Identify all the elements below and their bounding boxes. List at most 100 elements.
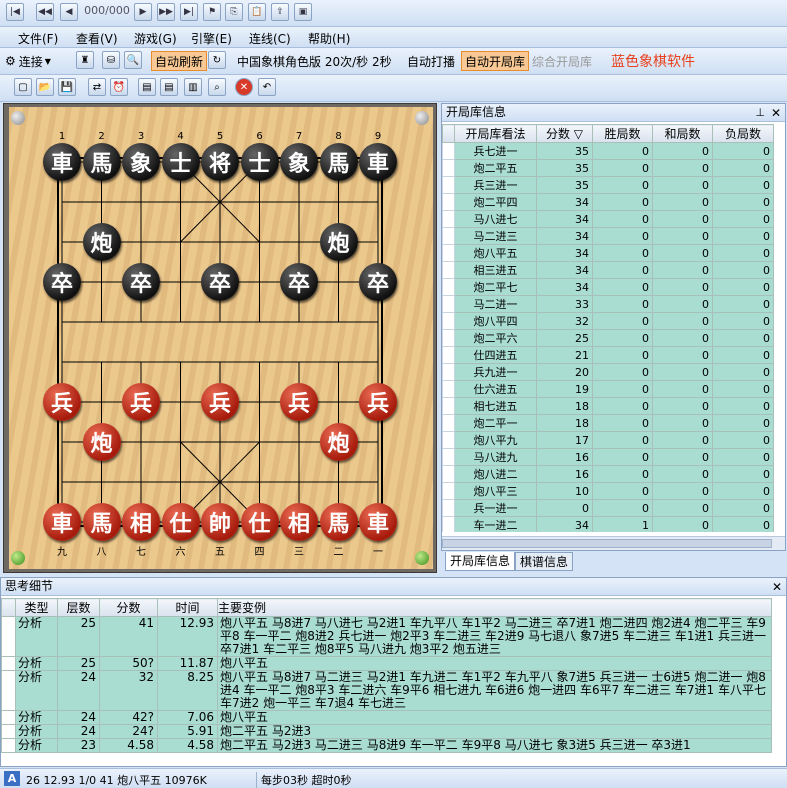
book-row[interactable]: 炮二平一 18 0 0 0	[442, 414, 774, 432]
next-move-icon[interactable]: ▶	[134, 3, 152, 21]
auto-book-button[interactable]: 自动开局库	[461, 51, 530, 71]
book-row[interactable]: 炮八平四 32 0 0 0	[442, 312, 774, 330]
black-piece[interactable]: 卒	[43, 263, 81, 301]
row-selector[interactable]	[442, 346, 455, 364]
book-row[interactable]: 仕六进五 19 0 0 0	[442, 380, 774, 398]
think-row[interactable]: 分析 25 50? 11.87 炮八平五	[1, 656, 772, 671]
menu-file[interactable]: 文件(F)	[18, 30, 58, 47]
black-piece[interactable]: 炮	[82, 223, 121, 261]
connect-button[interactable]: ⚙ 连接 ▼	[2, 51, 54, 71]
red-piece[interactable]: 炮	[319, 423, 358, 461]
last-move-icon[interactable]: ▶|	[180, 3, 198, 21]
row-selector[interactable]	[1, 616, 16, 657]
think-col-header[interactable]: 类型	[15, 598, 58, 617]
row-selector[interactable]	[442, 142, 455, 160]
save-file-icon[interactable]: 💾	[58, 78, 76, 96]
stop-icon[interactable]: ✕	[235, 78, 253, 96]
row-selector[interactable]	[1, 670, 16, 711]
row-selector[interactable]	[442, 431, 455, 449]
red-piece[interactable]: 車	[43, 503, 81, 541]
red-piece[interactable]: 仕	[240, 503, 279, 541]
think-row[interactable]: 分析 23 4.58 4.58 炮二平五 马2进3 马二进三 马8进9 车一平二 车9平…	[1, 738, 772, 753]
row-selector[interactable]	[442, 363, 455, 381]
book-row[interactable]: 炮八平五 34 0 0 0	[442, 244, 774, 262]
book-row[interactable]: 兵一进一 0 0 0 0	[442, 499, 774, 517]
black-piece[interactable]: 象	[280, 143, 318, 181]
book-row[interactable]: 马八进七 34 0 0 0	[442, 210, 774, 228]
row-selector[interactable]	[1, 710, 16, 725]
row-selector[interactable]	[442, 482, 455, 500]
book-row[interactable]: 马二进一 33 0 0 0	[442, 295, 774, 313]
black-piece[interactable]: 卒	[201, 263, 239, 301]
red-piece[interactable]: 兵	[359, 383, 397, 421]
flag-icon[interactable]: ⚑	[203, 3, 221, 21]
book-row[interactable]: 炮二平五 35 0 0 0	[442, 159, 774, 177]
magnifier-icon[interactable]: ⌕	[208, 78, 226, 96]
menu-connect[interactable]: 连线(C)	[249, 30, 291, 47]
black-piece[interactable]: 象	[122, 143, 160, 181]
book-row[interactable]: 马八进九 16 0 0 0	[442, 448, 774, 466]
scroll-thumb[interactable]	[442, 539, 772, 548]
book-row[interactable]: 炮二平四 34 0 0 0	[442, 193, 774, 211]
export-icon[interactable]: ⇪	[271, 3, 289, 21]
black-piece[interactable]: 炮	[319, 223, 358, 261]
red-piece[interactable]: 帥	[201, 503, 239, 541]
think-row[interactable]: 分析 24 24? 5.91 炮二平五 马2进3	[1, 724, 772, 739]
row-selector[interactable]	[442, 312, 455, 330]
row-selector[interactable]	[442, 176, 455, 194]
swap-icon[interactable]: ⇄	[88, 78, 106, 96]
book-row[interactable]: 炮二平六 25 0 0 0	[442, 329, 774, 347]
auto-refresh-button[interactable]: 自动刷新	[151, 51, 208, 71]
black-piece[interactable]: 卒	[122, 263, 160, 301]
book-scrollbar-h[interactable]	[442, 536, 785, 550]
undo-icon[interactable]: ↶	[258, 78, 276, 96]
book-row[interactable]: 相三进五 34 0 0 0	[442, 261, 774, 279]
book-col-header[interactable]: 分数 ▽	[536, 124, 593, 143]
think-row[interactable]: 分析 24 32 8.25 炮八平五 马8进7 马二进三 马2进1 车九进二 车1平2 …	[1, 670, 772, 711]
row-selector[interactable]	[442, 227, 455, 245]
chess-board[interactable]: 123456789 九八七六五四三二一 車馬象士将士象馬車炮炮卒卒卒卒卒兵兵兵兵…	[9, 107, 433, 569]
row-selector[interactable]	[442, 397, 455, 415]
red-piece[interactable]: 兵	[43, 383, 81, 421]
book-row[interactable]: 兵九进一 20 0 0 0	[442, 363, 774, 381]
row-selector[interactable]	[1, 656, 16, 671]
book-col-header[interactable]: 胜局数	[592, 124, 653, 143]
first-move-icon[interactable]: |◀	[6, 3, 24, 21]
pin-icon[interactable]: ⊥	[755, 105, 765, 121]
think-col-header[interactable]: 时间	[157, 598, 218, 617]
window3-icon[interactable]: ▥	[184, 78, 202, 96]
black-piece[interactable]: 馬	[319, 143, 358, 181]
tab-opening-book[interactable]: 开局库信息	[445, 552, 516, 571]
black-piece[interactable]: 馬	[82, 143, 121, 181]
black-piece[interactable]: 車	[359, 143, 397, 181]
row-selector[interactable]	[442, 380, 455, 398]
red-piece[interactable]: 車	[359, 503, 397, 541]
tab-game-record[interactable]: 棋谱信息	[515, 552, 574, 571]
book-row[interactable]: 炮八平三 10 0 0 0	[442, 482, 774, 500]
book-row[interactable]: 仕四进五 21 0 0 0	[442, 346, 774, 364]
think-col-header[interactable]: 分数	[99, 598, 158, 617]
close-icon[interactable]: ✕	[771, 105, 781, 121]
window1-icon[interactable]: ▤	[138, 78, 156, 96]
row-selector[interactable]	[442, 465, 455, 483]
save-icon[interactable]: ▣	[294, 3, 312, 21]
book-row[interactable]: 炮二平七 34 0 0 0	[442, 278, 774, 296]
row-selector[interactable]	[1, 738, 16, 753]
auto-play-button[interactable]: 自动打播	[404, 51, 458, 71]
think-row[interactable]: 分析 24 42? 7.06 炮八平五	[1, 710, 772, 725]
row-selector[interactable]	[442, 159, 455, 177]
book-col-header[interactable]: 开局库看法	[454, 124, 537, 143]
red-piece[interactable]: 馬	[319, 503, 358, 541]
book-row[interactable]: 兵七进一 35 0 0 0	[442, 142, 774, 160]
prev-move-icon[interactable]: ◀	[60, 3, 78, 21]
red-piece[interactable]: 兵	[201, 383, 239, 421]
paste-icon[interactable]: 📋	[248, 3, 266, 21]
row-selector[interactable]	[442, 414, 455, 432]
red-piece[interactable]: 相	[122, 503, 160, 541]
red-piece[interactable]: 兵	[122, 383, 160, 421]
book-row[interactable]: 兵三进一 35 0 0 0	[442, 176, 774, 194]
refresh-icon[interactable]: ↻	[208, 51, 226, 69]
black-piece[interactable]: 卒	[359, 263, 397, 301]
book-row[interactable]: 相七进五 18 0 0 0	[442, 397, 774, 415]
menu-game[interactable]: 游戏(G)	[134, 30, 177, 47]
